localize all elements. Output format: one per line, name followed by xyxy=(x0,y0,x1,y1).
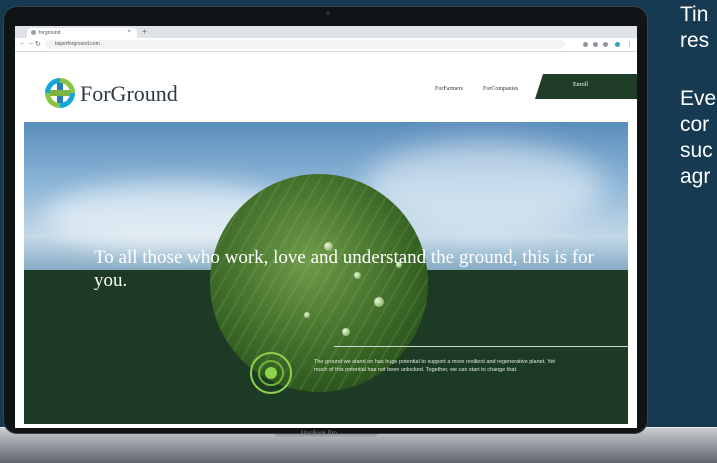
nav-link-forcompanies[interactable]: ForCompanies xyxy=(483,86,518,92)
enroll-button-label: Enroll xyxy=(573,82,588,88)
browser-tab-bar: forground × + xyxy=(15,26,637,38)
hero-section: To all those who work, love and understa… xyxy=(24,122,628,424)
web-page: ForGround ForFarmers ForCompanies Enroll… xyxy=(15,52,637,428)
side-text: Tin res xyxy=(680,2,709,54)
side-text-line: res xyxy=(680,29,710,52)
nav-link-forfarmers[interactable]: ForFarmers xyxy=(435,86,463,92)
favicon-icon xyxy=(31,30,36,35)
side-text-line: suc xyxy=(680,139,713,162)
site-logo-text[interactable]: ForGround xyxy=(80,81,178,107)
laptop-screen: forground × + ← → ↻ bayerforground.com ⋮… xyxy=(15,26,637,428)
laptop-bezel: forground × + ← → ↻ bayerforground.com ⋮… xyxy=(3,6,648,434)
dew-drop-image xyxy=(342,328,350,336)
menu-icon[interactable]: ⋮ xyxy=(626,40,633,48)
hero-headline: To all those who work, love and understa… xyxy=(94,247,594,291)
enroll-button[interactable]: Enroll xyxy=(535,74,637,99)
target-emblem-icon xyxy=(250,352,292,394)
extension-icon[interactable] xyxy=(603,42,608,47)
address-bar[interactable]: bayerforground.com xyxy=(45,40,565,49)
new-tab-button[interactable]: + xyxy=(142,27,147,36)
url-text: bayerforground.com xyxy=(55,41,100,47)
profile-avatar-icon[interactable] xyxy=(615,42,620,47)
hero-divider xyxy=(334,346,628,347)
tab-title: forground xyxy=(39,30,61,36)
laptop-model-label: MacBook Pro xyxy=(301,431,338,437)
dew-drop-image xyxy=(304,312,310,318)
side-text: Eve cor suc agr xyxy=(680,86,716,190)
extension-icon[interactable] xyxy=(583,42,588,47)
side-text-line: Eve xyxy=(680,87,717,110)
extension-icon[interactable] xyxy=(593,42,598,47)
reload-icon[interactable]: ↻ xyxy=(35,40,41,48)
side-text-line: cor xyxy=(680,113,710,136)
hero-body-text: The ground we stand on has huge potentia… xyxy=(314,359,555,373)
forward-icon[interactable]: → xyxy=(27,40,34,47)
webcam xyxy=(326,11,330,15)
side-text-line: agr xyxy=(680,165,711,188)
close-tab-icon[interactable]: × xyxy=(127,29,131,35)
browser-tab[interactable]: forground × xyxy=(27,28,137,38)
dew-drop-image xyxy=(374,297,384,307)
side-text-line: Tin xyxy=(680,3,709,26)
logo-cross-icon xyxy=(50,90,70,96)
browser-toolbar: ← → ↻ bayerforground.com ⋮ xyxy=(15,38,637,52)
back-icon[interactable]: ← xyxy=(19,40,26,47)
